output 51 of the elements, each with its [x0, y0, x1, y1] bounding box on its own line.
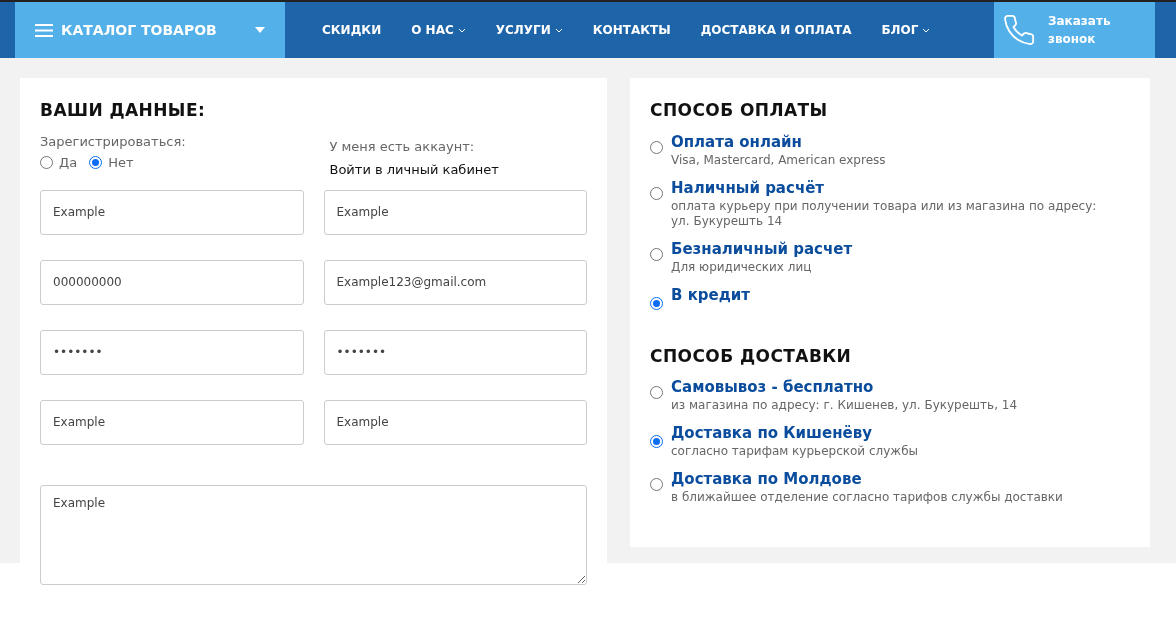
input-field[interactable]: Example	[323, 399, 587, 445]
caret-icon	[255, 27, 265, 33]
option-label[interactable]: Оплата онлайн	[671, 131, 886, 152]
radio-button[interactable]	[650, 140, 663, 154]
account-label: У меня есть аккаунт:	[329, 137, 476, 156]
option-description: в ближайшее отделение согласно тарифов службы доставки	[671, 490, 1063, 505]
chevron-down-icon	[922, 27, 931, 33]
radio-button[interactable]	[650, 478, 663, 491]
option-description: согласно тарифам курьерской службы	[671, 444, 918, 459]
option-description: оплата курьеру при получении товара или из магазина по адресу: ул. Букурешть 14	[671, 198, 1098, 229]
register-label: Зарегистрироваться:	[40, 132, 187, 151]
option-label[interactable]: Доставка по Кишенёву	[671, 423, 918, 443]
input-field[interactable]: Example	[323, 189, 587, 235]
radio-button[interactable]	[650, 247, 663, 261]
comment-field[interactable]: Example	[40, 484, 587, 585]
option-label[interactable]: В кредит	[671, 284, 751, 305]
phone-icon	[1002, 13, 1036, 47]
menu-icon	[35, 23, 53, 37]
radio-button[interactable]	[650, 386, 663, 399]
nav-link[interactable]: СКИДКИ	[322, 21, 382, 39]
nav-link[interactable]: О НАС	[411, 21, 466, 39]
input-field[interactable]: 000000000	[40, 259, 304, 305]
radio-button[interactable]	[40, 156, 53, 170]
chevron-down-icon	[457, 27, 466, 33]
nav-link[interactable]: БЛОГ	[881, 21, 931, 39]
nav-link[interactable]: КОНТАКТЫ	[592, 21, 671, 39]
radio-button[interactable]	[89, 156, 103, 170]
input-field[interactable]: Example	[40, 399, 304, 445]
section-title: СПОСОБ ДОСТАВКИ	[650, 344, 853, 368]
radio-button[interactable]	[650, 186, 663, 200]
radio-button[interactable]	[650, 296, 663, 310]
nav-link[interactable]: ДОСТАВКА И ОПЛАТА	[700, 21, 852, 39]
input-field[interactable]: Example123@gmail.com	[323, 259, 587, 305]
option-label[interactable]: Безналичный расчет	[671, 238, 853, 259]
chevron-down-icon	[554, 27, 563, 33]
input-field[interactable]: Example	[40, 189, 304, 235]
option-description: из магазина по адресу: г. Кишенев, ул. Букурешть, 14	[671, 398, 1018, 413]
login-link[interactable]: Войти в личный кабинет	[329, 160, 587, 180]
nav-link[interactable]: УСЛУГИ	[495, 21, 563, 39]
radio-label[interactable]: Да	[59, 153, 78, 173]
input-field[interactable]: •••••••	[40, 329, 304, 375]
section-title: СПОСОБ ОПЛАТЫ	[650, 99, 829, 122]
radio-label[interactable]: Нет	[108, 153, 134, 173]
radio-button[interactable]	[650, 435, 663, 448]
input-field[interactable]: •••••••	[323, 329, 587, 375]
option-description: Visa, Mastercard, American express	[671, 152, 886, 168]
option-description: Для юридических лиц	[671, 259, 813, 275]
section-title: ВАШИ ДАННЫЕ:	[40, 99, 207, 122]
option-label[interactable]: Самовывоз - бесплатно	[671, 377, 1018, 397]
option-label[interactable]: Наличный расчёт	[671, 177, 1101, 198]
option-label[interactable]: Доставка по Молдове	[671, 469, 1063, 489]
